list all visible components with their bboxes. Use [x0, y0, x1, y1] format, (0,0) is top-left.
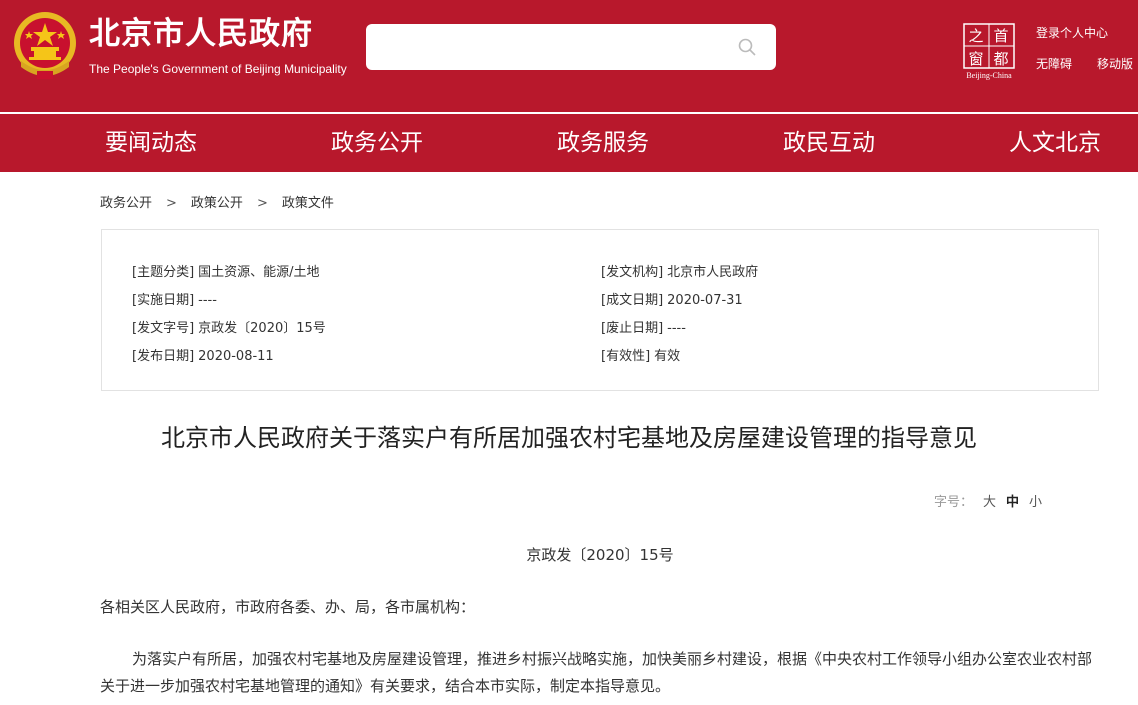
- search-input[interactable]: [366, 24, 726, 70]
- meta-value: 2020-08-11: [198, 349, 274, 364]
- logo-caption: Beijing-China: [966, 71, 1012, 80]
- meta-topic: [主题分类] 国土资源、能源/土地: [132, 261, 320, 280]
- meta-value: ----: [198, 293, 217, 308]
- mobile-version-link[interactable]: 移动版: [1097, 55, 1133, 72]
- meta-value: 北京市人民政府: [667, 265, 759, 280]
- meta-value: 京政发〔2020〕15号: [198, 321, 326, 336]
- site-header: 北京市人民政府 The People's Government of Beiji…: [0, 0, 1138, 112]
- meta-written-date: [成文日期] 2020-07-31: [601, 289, 743, 308]
- document-metadata-panel: [主题分类] 国土资源、能源/土地 [实施日期] ---- [发文字号] 京政发〔20…: [101, 229, 1099, 391]
- meta-value: 有效: [654, 349, 681, 364]
- document-number: 京政发〔2020〕15号: [526, 546, 674, 564]
- national-emblem-icon: [14, 12, 76, 79]
- meta-repeal-date: [废止日期] ----: [601, 317, 686, 336]
- site-subtitle: The People's Government of Beijing Munic…: [89, 62, 347, 76]
- font-size-control: 字号： 大中小: [934, 491, 1042, 510]
- accessibility-link[interactable]: 无障碍: [1036, 55, 1072, 72]
- meta-key: [有效性]: [601, 349, 651, 364]
- meta-effective-date: [实施日期] ----: [132, 289, 217, 308]
- search-box: [366, 24, 776, 70]
- meta-publish-date: [发布日期] 2020-08-11: [132, 345, 274, 364]
- meta-doc-number: [发文字号] 京政发〔2020〕15号: [132, 317, 326, 336]
- logo-char-2: 都: [993, 50, 1008, 68]
- meta-key: [发文字号]: [132, 321, 195, 336]
- nav-item-culture[interactable]: 人文北京: [1009, 128, 1101, 158]
- document-paragraph: 为落实户有所居，加强农村宅基地及房屋建设管理，推进乡村振兴战略实施，加快美丽乡村…: [100, 650, 1093, 695]
- site-title: 北京市人民政府: [89, 16, 313, 52]
- breadcrumb-item[interactable]: 政策公开: [191, 196, 243, 211]
- logo-char-4: 窗: [968, 50, 983, 68]
- document-title: 北京市人民政府关于落实户有所居加强农村宅基地及房屋建设管理的指导意见: [161, 424, 977, 452]
- meta-key: [发文机构]: [601, 265, 664, 280]
- beijing-window-logo[interactable]: 首 都 之 窗 Beijing-China: [960, 22, 1018, 82]
- meta-value: 国土资源、能源/土地: [198, 265, 320, 280]
- meta-key: [废止日期]: [601, 321, 664, 336]
- breadcrumb-item[interactable]: 政务公开: [100, 196, 152, 211]
- meta-validity: [有效性] 有效: [601, 345, 680, 364]
- main-nav: 要闻动态 政务公开 政务服务 政民互动 人文北京: [0, 114, 1138, 172]
- logo-char-1: 首: [993, 27, 1008, 45]
- nav-item-government-services[interactable]: 政务服务: [557, 128, 649, 158]
- font-size-small-button[interactable]: 小: [1029, 495, 1042, 510]
- search-icon[interactable]: [738, 38, 756, 56]
- nav-item-news[interactable]: 要闻动态: [105, 128, 197, 158]
- document-salutation: 各相关区人民政府，市政府各委、办、局，各市属机构：: [100, 598, 476, 616]
- meta-issuing-agency: [发文机构] 北京市人民政府: [601, 261, 758, 280]
- meta-value: ----: [667, 321, 686, 336]
- login-link[interactable]: 登录个人中心: [1036, 24, 1108, 41]
- meta-key: [发布日期]: [132, 349, 195, 364]
- nav-item-government-affairs[interactable]: 政务公开: [331, 128, 423, 158]
- meta-key: [实施日期]: [132, 293, 195, 308]
- breadcrumb-separator: >: [256, 196, 268, 211]
- meta-value: 2020-07-31: [667, 293, 743, 308]
- font-size-medium-button[interactable]: 中: [1006, 495, 1019, 510]
- beijing-logo-mark: 首 都 之 窗: [963, 23, 1015, 69]
- breadcrumb-separator: >: [166, 196, 177, 211]
- breadcrumb: 政务公开 > 政策公开 > 政策文件: [100, 192, 334, 211]
- logo-char-3: 之: [968, 27, 983, 45]
- font-size-label: 字号：: [934, 495, 974, 510]
- nav-item-interaction[interactable]: 政民互动: [783, 128, 875, 158]
- meta-key: [主题分类]: [132, 265, 195, 280]
- breadcrumb-item[interactable]: 政策文件: [282, 196, 334, 211]
- meta-key: [成文日期]: [601, 293, 664, 308]
- font-size-large-button[interactable]: 大: [983, 495, 996, 510]
